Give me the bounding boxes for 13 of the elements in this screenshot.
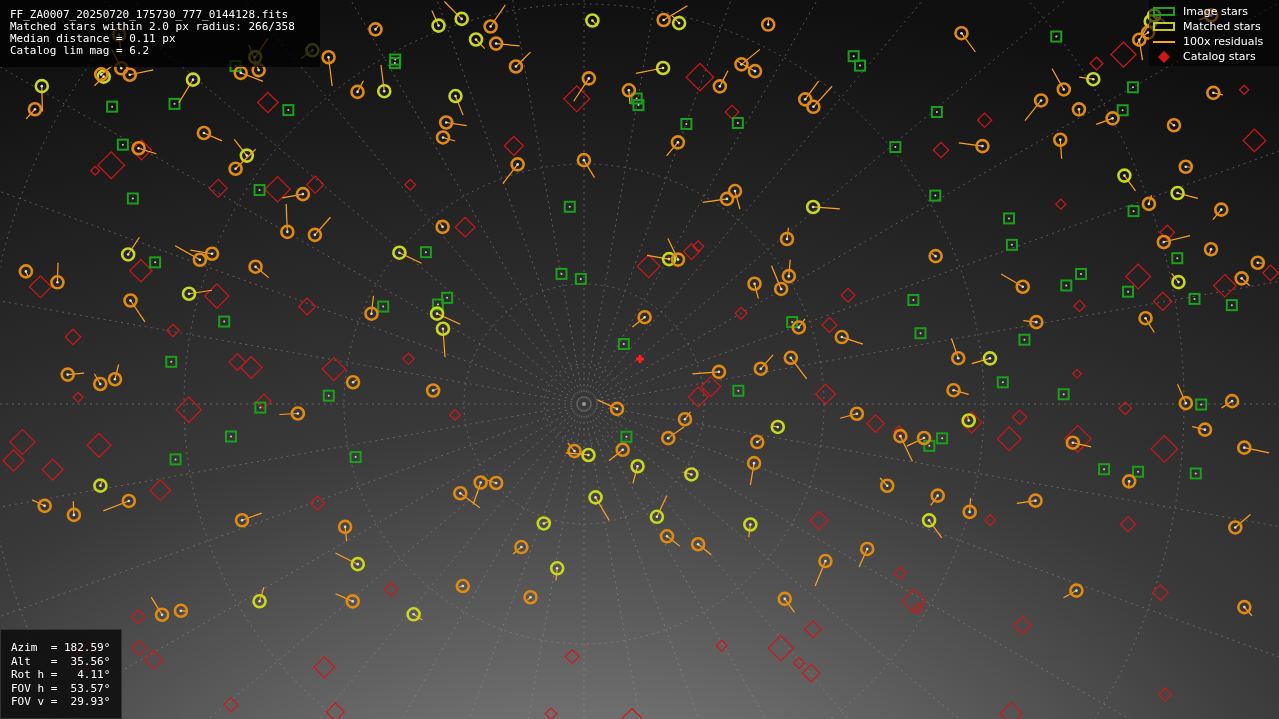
pointing-value: FOV v = 29.93° — [11, 695, 111, 709]
pointing-value: Azim = 182.59° — [11, 641, 111, 655]
info-line: Median distance = 0.11 px — [10, 33, 177, 45]
pointing-value: FOV h = 53.57° — [11, 681, 111, 695]
pointing-value: Rot h = 4.11° — [11, 668, 111, 682]
legend-label: Matched stars — [1183, 20, 1261, 33]
info-line: Catalog lim mag = 6.2 — [10, 45, 151, 57]
legend-label: Catalog stars — [1183, 50, 1256, 63]
legend-label: Image stars — [1183, 5, 1248, 18]
legend-label: 100x residuals — [1183, 35, 1264, 48]
file-name: FF_ZA0007_20250720_175730_777_0144128.fits — [10, 9, 290, 21]
pointing-value: Alt = 35.56° — [11, 654, 111, 668]
info-line: Matched stars within 2.0 px radius: 266/358 — [10, 21, 296, 33]
